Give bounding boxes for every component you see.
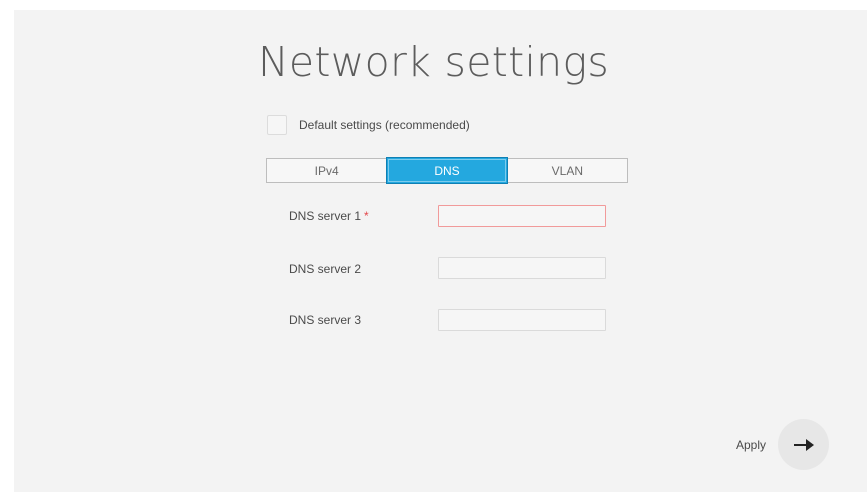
required-asterisk: * (364, 209, 369, 223)
tab-dns[interactable]: DNS (386, 157, 508, 184)
dns-server-2-label: DNS server 2 (289, 262, 362, 276)
dns-server-2-input[interactable] (438, 257, 606, 279)
tab-ipv4[interactable]: IPv4 (266, 158, 388, 183)
dns-server-1-input[interactable] (438, 205, 606, 227)
tab-bar: IPv4 DNS VLAN (266, 157, 628, 184)
tab-vlan[interactable]: VLAN (506, 158, 628, 183)
default-settings-checkbox[interactable] (267, 115, 287, 135)
apply-button[interactable] (778, 419, 829, 470)
dns-server-3-input[interactable] (438, 309, 606, 331)
page-title: Network settings (257, 38, 610, 86)
dns-server-3-label: DNS server 3 (289, 313, 362, 327)
dns-server-1-label: DNS server 1 * (289, 209, 369, 223)
default-settings-label[interactable]: Default settings (recommended) (299, 118, 470, 132)
arrow-right-icon (793, 438, 814, 451)
apply-label[interactable]: Apply (736, 438, 766, 452)
dns-server-1-label-text: DNS server 1 (289, 209, 362, 223)
default-settings-row[interactable]: Default settings (recommended) (267, 115, 470, 135)
